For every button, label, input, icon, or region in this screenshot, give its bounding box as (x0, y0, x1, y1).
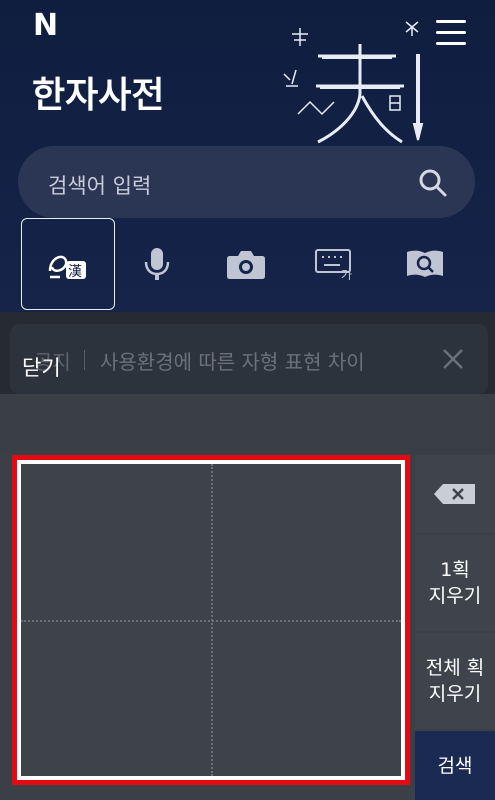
close-icon[interactable] (440, 346, 466, 372)
menu-icon[interactable] (436, 20, 466, 46)
backspace-icon (434, 484, 475, 504)
undo-stroke-label-1: 1획 (440, 559, 470, 581)
clear-all-strokes-button[interactable]: 전체 획 지우기 (415, 633, 495, 729)
clear-all-label-2: 지우기 (428, 683, 482, 705)
keyboard-icon: 가 (315, 249, 352, 280)
canvas-guide-horizontal (21, 620, 401, 622)
search-input[interactable]: 검색어 입력 (18, 146, 475, 218)
notice-divider (84, 350, 85, 370)
handwriting-hanja-icon: 漢 (48, 255, 86, 280)
voice-tool[interactable] (110, 218, 204, 310)
svg-text:가: 가 (341, 268, 352, 280)
undo-stroke-button[interactable]: 1획 지우기 (415, 535, 495, 631)
input-method-toolbar: 漢 가 (0, 218, 495, 312)
svg-text:漢: 漢 (68, 264, 82, 280)
candidate-strip (0, 394, 495, 454)
book-tool[interactable] (378, 218, 472, 310)
naver-logo[interactable]: N (33, 10, 65, 42)
notice-text[interactable]: 사용환경에 따른 자형 표현 차이 (100, 346, 365, 375)
keyboard-tool[interactable]: 가 (288, 218, 382, 310)
search-icon[interactable] (418, 168, 448, 198)
camera-icon (227, 251, 265, 279)
page-title[interactable]: 한자사전 (32, 66, 164, 118)
undo-stroke-label-2: 지우기 (428, 585, 482, 607)
hanja-illustration (283, 21, 424, 144)
microphone-icon (144, 248, 170, 280)
close-panel-button[interactable]: 닫기 (22, 352, 61, 382)
backspace-button[interactable] (415, 455, 495, 533)
camera-tool[interactable] (199, 218, 293, 310)
notice-banner: 공지 사용환경에 따른 자형 표현 차이 (0, 312, 495, 394)
book-search-icon (407, 250, 443, 277)
search-placeholder: 검색어 입력 (48, 174, 152, 198)
search-button[interactable]: 검색 (415, 731, 495, 800)
app-header: N 한자사전 검색어 입력 漢 가 (0, 0, 495, 312)
clear-all-label-1: 전체 획 (425, 657, 485, 679)
handwriting-tool[interactable]: 漢 (21, 218, 115, 310)
handwriting-canvas-frame (12, 455, 410, 785)
handwriting-canvas[interactable] (21, 464, 401, 776)
